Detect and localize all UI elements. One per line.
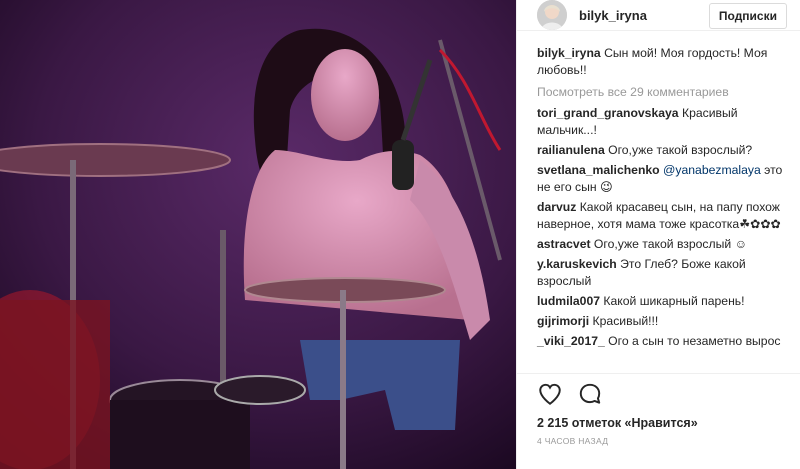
heart-icon[interactable] bbox=[537, 381, 563, 407]
comment-item: tori_grand_granovskaya Красивый мальчик.… bbox=[537, 105, 783, 139]
comment-item: svetlana_malichenko @yanabezmalaya это н… bbox=[537, 162, 783, 196]
post-timestamp: 4 ЧАСОВ НАЗАД bbox=[537, 436, 609, 446]
caption-author[interactable]: bilyk_iryna bbox=[537, 46, 601, 60]
comment-author[interactable]: y.karuskevich bbox=[537, 257, 617, 271]
post-header: bilyk_iryna Подписки bbox=[517, 0, 800, 31]
comment-bubble-icon[interactable] bbox=[577, 381, 603, 407]
comment-author[interactable]: svetlana_malichenko bbox=[537, 163, 660, 177]
likes-count[interactable]: 2 215 отметок «Нравится» bbox=[537, 416, 698, 430]
comment-author[interactable]: astracvet bbox=[537, 237, 591, 251]
comments-list: bilyk_iryna Сын мой! Моя гордость! Моя л… bbox=[517, 31, 800, 350]
post-actions bbox=[537, 381, 603, 407]
comment-text: Ого а сын то незаметно вырос bbox=[608, 334, 781, 348]
header-username[interactable]: bilyk_iryna bbox=[579, 8, 647, 23]
comment-item: y.karuskevich Это Глеб? Боже какой взрос… bbox=[537, 256, 783, 290]
comment-text: Ого,уже такой взрослый ☺ bbox=[593, 237, 748, 251]
comment-author[interactable]: gijrimorji bbox=[537, 314, 589, 328]
post-side-panel: bilyk_iryna Подписки bilyk_iryna Сын мой… bbox=[516, 0, 800, 469]
comment-mention-link[interactable]: @yanabezmalaya bbox=[663, 163, 761, 177]
view-all-comments-link[interactable]: Посмотреть все 29 комментариев bbox=[537, 85, 783, 99]
comment-item: _viki_2017_ Ого а сын то незаметно вырос bbox=[537, 333, 783, 350]
avatar[interactable] bbox=[537, 0, 567, 30]
comment-author[interactable]: ludmila007 bbox=[537, 294, 600, 308]
comment-item: railianulena Ого,уже такой взрослый? bbox=[537, 142, 783, 159]
comment-text: Красивый!!! bbox=[592, 314, 659, 328]
following-button[interactable]: Подписки bbox=[708, 3, 787, 29]
comment-author[interactable]: railianulena bbox=[537, 143, 605, 157]
drummer-photo-illustration bbox=[0, 0, 516, 469]
post-photo[interactable] bbox=[0, 0, 516, 469]
caption: bilyk_iryna Сын мой! Моя гордость! Моя л… bbox=[537, 45, 783, 79]
comment-item: ludmila007 Какой шикарный парень! bbox=[537, 293, 783, 310]
avatar-image bbox=[537, 0, 567, 30]
comment-author[interactable]: _viki_2017_ bbox=[537, 334, 605, 348]
comment-item: astracvet Ого,уже такой взрослый ☺ bbox=[537, 236, 783, 253]
comment-text: Ого,уже такой взрослый? bbox=[608, 143, 753, 157]
comment-author[interactable]: darvuz bbox=[537, 200, 576, 214]
comment-item: gijrimorji Красивый!!! bbox=[537, 313, 783, 330]
actions-divider bbox=[517, 373, 800, 374]
comment-text: Какой шикарный парень! bbox=[603, 294, 745, 308]
comment-item: darvuz Какой красавец сын, на папу похож… bbox=[537, 199, 783, 233]
comment-author[interactable]: tori_grand_granovskaya bbox=[537, 106, 679, 120]
